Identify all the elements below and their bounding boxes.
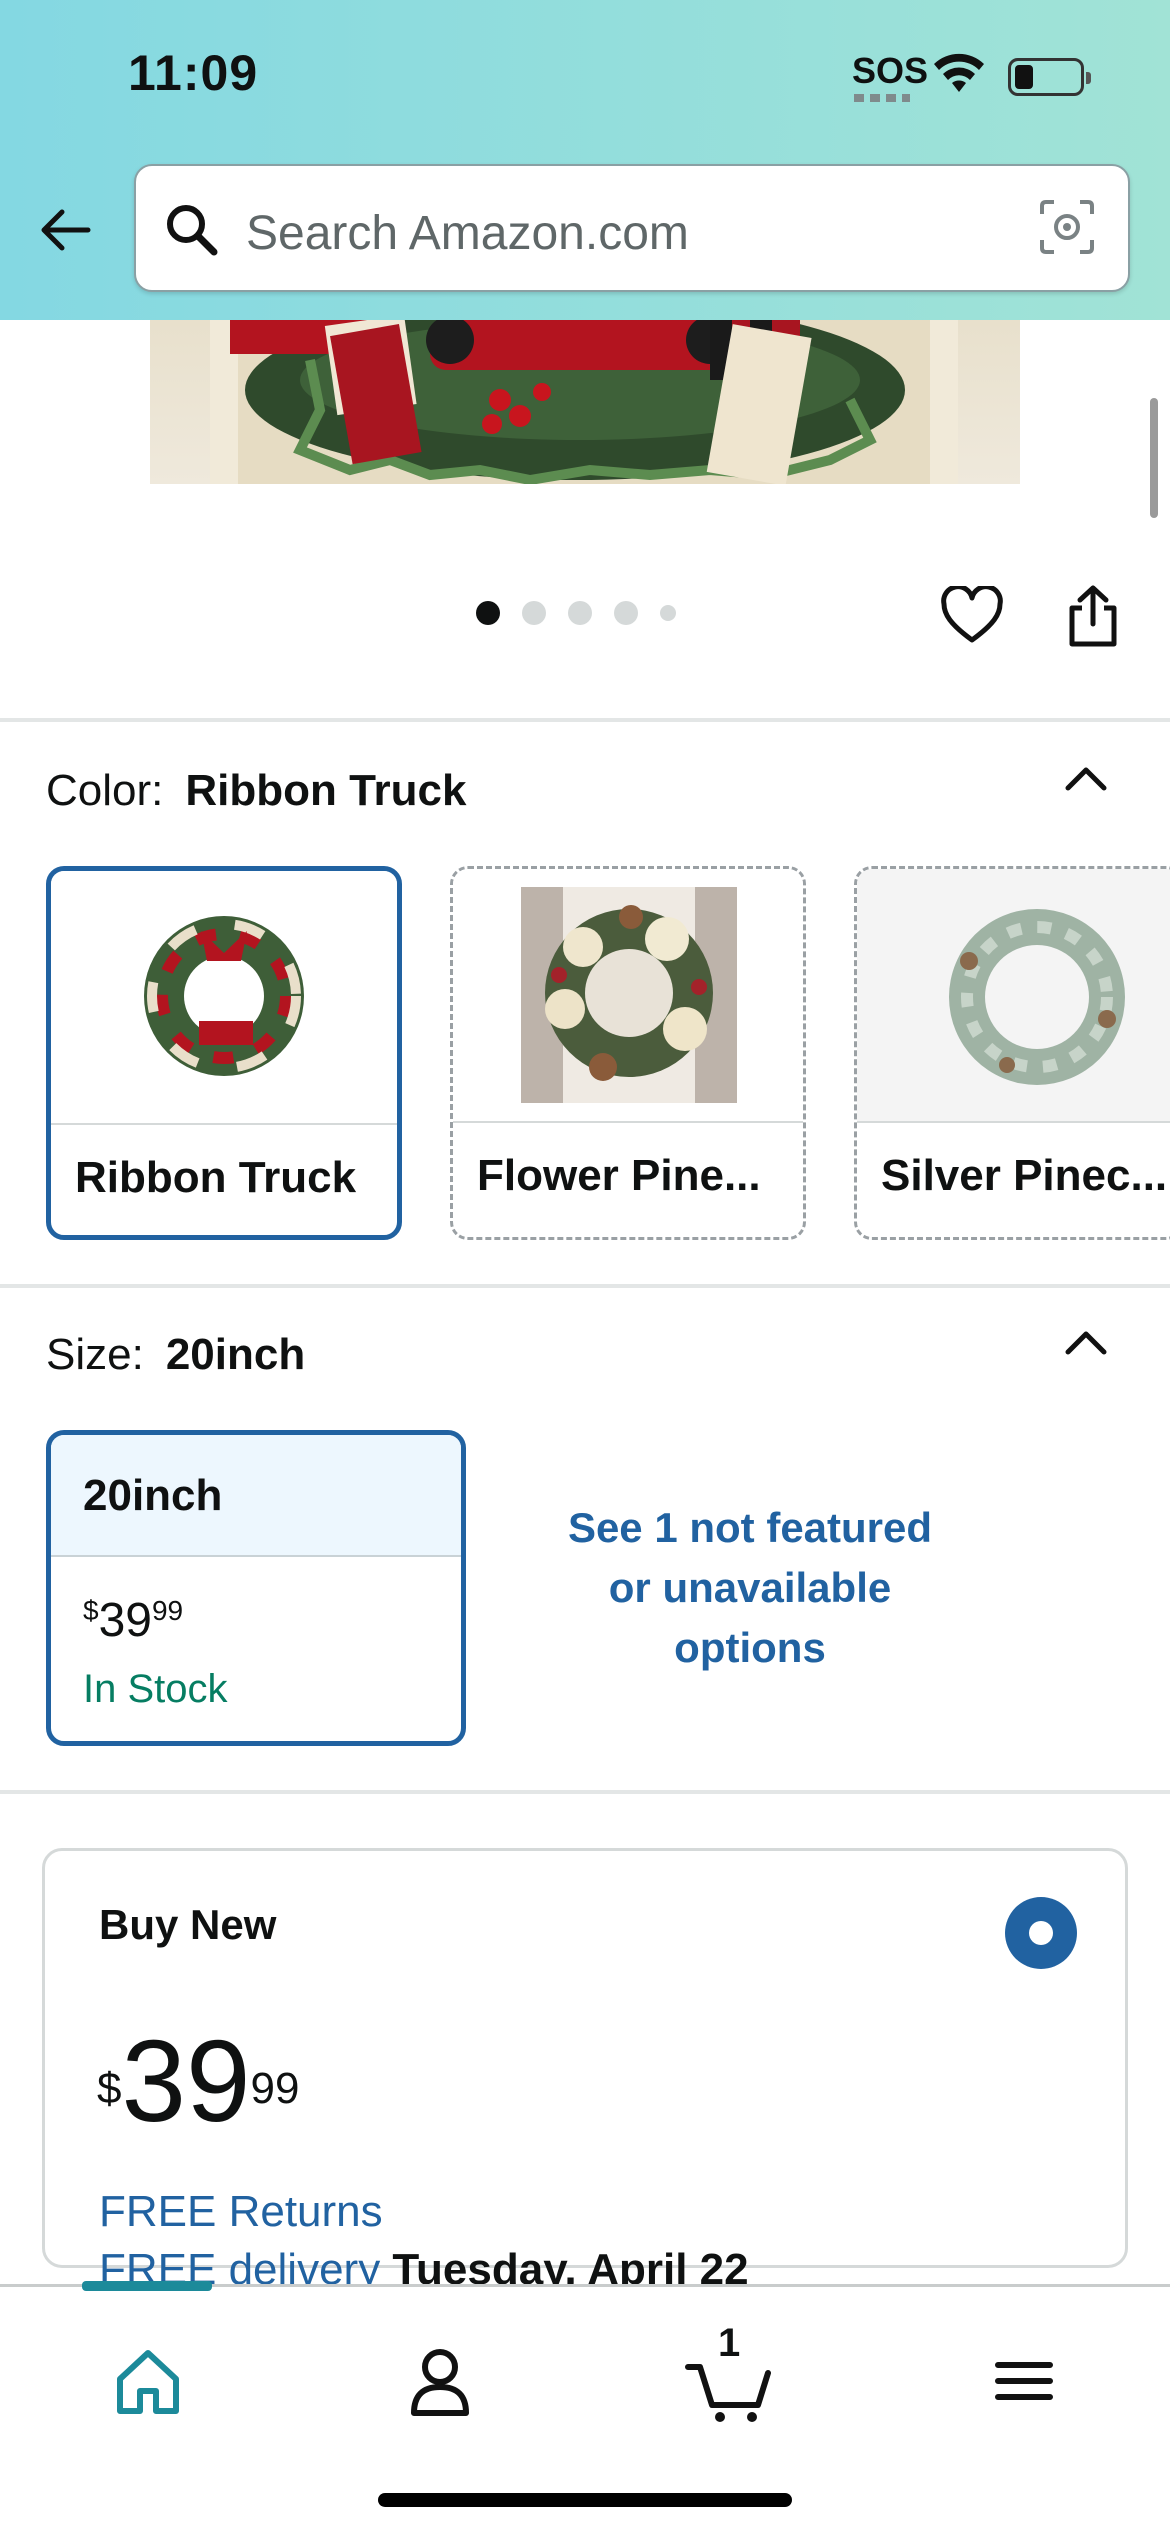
availability-status: In Stock — [83, 1667, 228, 1711]
page-scrollbar[interactable] — [1150, 398, 1158, 518]
section-divider — [0, 718, 1170, 722]
nav-account[interactable] — [390, 2331, 490, 2431]
swatch-thumbnail — [857, 869, 1170, 1123]
active-tab-indicator — [82, 2281, 212, 2291]
carousel-dot[interactable] — [568, 601, 592, 625]
color-selected-value: Ribbon Truck — [185, 766, 467, 815]
section-divider — [0, 1790, 1170, 1794]
color-swatch-ribbon-truck[interactable]: Ribbon Truck — [46, 866, 402, 1240]
wifi-icon — [934, 53, 984, 92]
see-unavailable-options-link[interactable]: See 1 not featured or unavailable option… — [520, 1498, 980, 1678]
carousel-dot[interactable] — [522, 601, 546, 625]
search-icon — [167, 205, 218, 256]
status-time: 11:09 — [128, 45, 259, 101]
color-swatch-silver-pinecone[interactable]: Silver Pinec... — [854, 866, 1170, 1240]
price-fraction: 99 — [151, 1595, 184, 1626]
product-image[interactable] — [150, 320, 1020, 484]
price-fraction: 99 — [250, 2064, 300, 2113]
search-placeholder: Search Amazon.com — [246, 207, 689, 260]
color-swatch-flower-pine[interactable]: Flower Pine... — [450, 866, 806, 1240]
swatch-thumbnail — [51, 871, 397, 1125]
swatch-label: Silver Pinec... — [881, 1151, 1168, 1200]
buy-new-radio[interactable] — [1005, 1897, 1077, 1969]
nav-cart[interactable]: 1 — [682, 2321, 782, 2431]
carousel-dot[interactable] — [476, 601, 500, 625]
currency-symbol: $ — [83, 1595, 99, 1626]
swatch-thumbnail — [453, 869, 803, 1123]
top-header: 11:09 SOS Search Amazon.com — [0, 0, 1170, 320]
see-more-line: See 1 not featured — [567, 1504, 933, 1551]
size-selector-label: Size: 20inch — [46, 1330, 305, 1380]
carousel-dot[interactable] — [660, 605, 676, 621]
color-selector-label: Color: Ribbon Truck — [46, 766, 467, 816]
size-key: Size: — [46, 1330, 144, 1379]
color-key: Color: — [46, 766, 164, 815]
search-input[interactable]: Search Amazon.com — [134, 164, 1130, 292]
see-more-line: options — [674, 1624, 826, 1671]
share-icon[interactable] — [1066, 584, 1120, 648]
price-whole: 39 — [121, 2016, 251, 2146]
nav-home[interactable] — [98, 2331, 198, 2431]
home-indicator[interactable] — [378, 2493, 792, 2507]
signal-dots — [854, 94, 910, 102]
carousel-dot[interactable] — [614, 601, 638, 625]
buy-new-card[interactable]: Buy New $3999 FREE Returns FREE delivery… — [42, 1848, 1128, 2294]
home-icon — [117, 2350, 179, 2414]
section-divider — [0, 1284, 1170, 1288]
chevron-up-icon[interactable] — [1062, 760, 1110, 794]
price-whole: 39 — [98, 1594, 152, 1647]
currency-symbol: $ — [97, 2064, 122, 2113]
camera-search-icon[interactable] — [1038, 198, 1096, 256]
cart-count-badge: 1 — [718, 2321, 741, 2365]
size-option-price: $3999 — [83, 1593, 183, 1648]
size-option-label: 20inch — [51, 1435, 461, 1557]
bottom-navigation: 1 — [0, 2281, 1170, 2532]
swatch-label: Ribbon Truck — [75, 1153, 357, 1202]
chevron-up-icon[interactable] — [1062, 1324, 1110, 1358]
free-returns-link[interactable]: FREE Returns — [99, 2187, 383, 2237]
back-arrow-icon[interactable] — [36, 200, 96, 260]
nav-menu[interactable] — [974, 2331, 1074, 2431]
menu-icon — [995, 2362, 1053, 2400]
heart-icon[interactable] — [940, 586, 1004, 646]
size-selected-value: 20inch — [165, 1330, 306, 1379]
size-option-20inch[interactable]: 20inch $3999 In Stock — [46, 1430, 466, 1746]
buy-new-title: Buy New — [99, 1901, 277, 1948]
swatch-label: Flower Pine... — [477, 1151, 761, 1200]
buy-price: $3999 — [97, 2021, 299, 2141]
battery-icon — [1008, 58, 1091, 96]
sos-indicator: SOS — [852, 50, 929, 91]
see-more-line: or unavailable — [608, 1564, 892, 1611]
user-icon — [411, 2349, 469, 2416]
image-carousel-dots[interactable] — [476, 600, 676, 626]
